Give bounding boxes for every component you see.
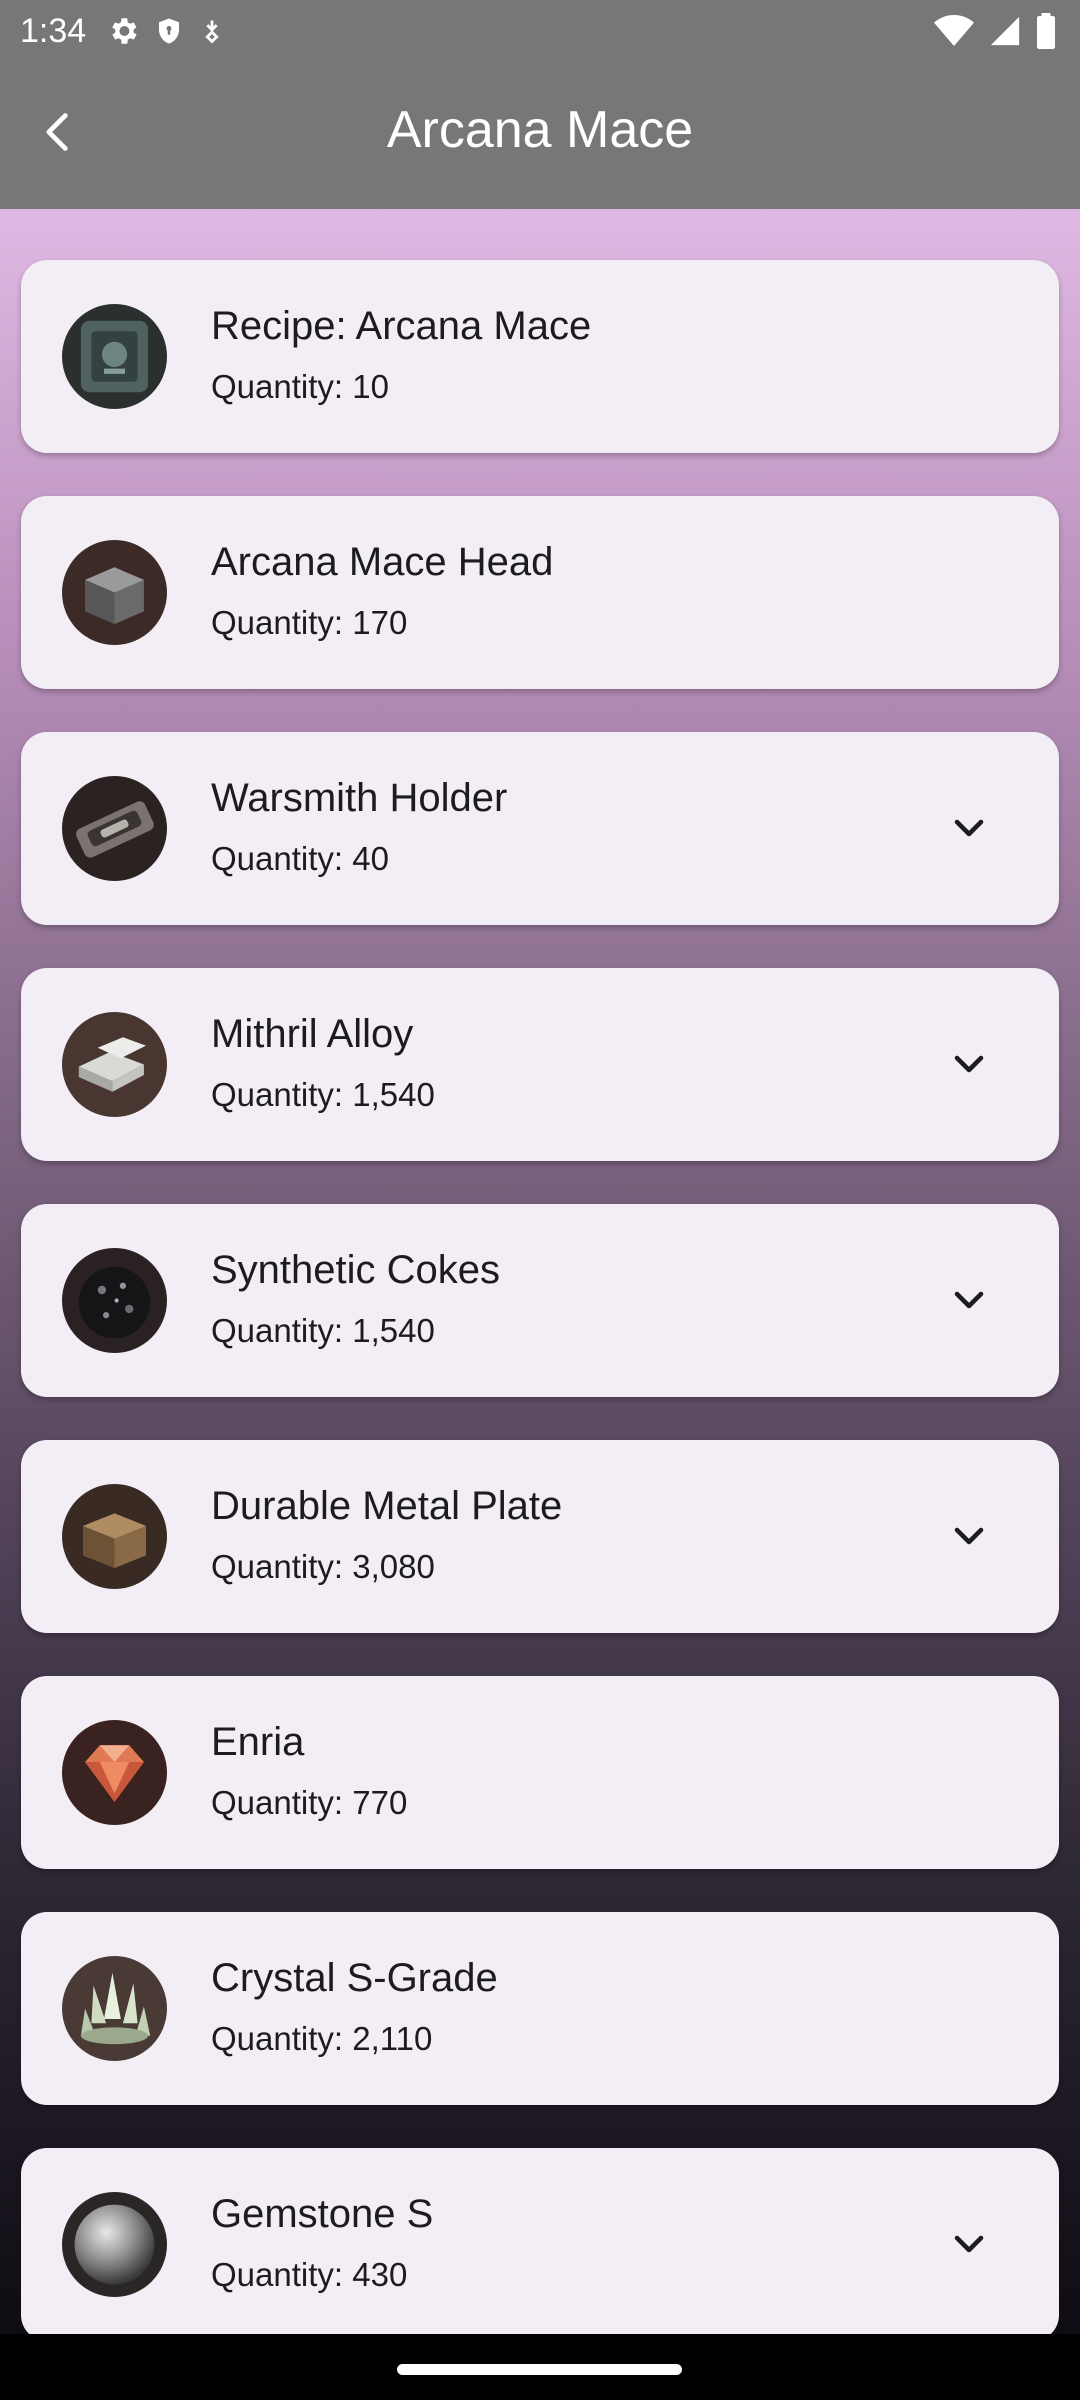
item-quantity: Quantity: 1,540	[211, 1076, 435, 1113]
item-name: Enria	[211, 1720, 305, 1764]
chevron-down-icon[interactable]	[949, 2224, 989, 2264]
status-icons-left	[106, 14, 226, 48]
list-item[interactable]: Warsmith Holder Quantity: 40	[21, 732, 1059, 925]
cokes-icon	[62, 1248, 167, 1353]
mace-head-icon	[62, 540, 167, 645]
enria-icon	[62, 1720, 167, 1825]
list-item[interactable]: Enria Quantity: 770	[21, 1676, 1059, 1869]
navigation-bar	[0, 2334, 1080, 2400]
list-item[interactable]: Recipe: Arcana Mace Quantity: 10	[21, 260, 1059, 453]
battery-icon	[1037, 13, 1055, 49]
item-name: Crystal S-Grade	[211, 1956, 498, 2000]
item-quantity: Quantity: 10	[211, 368, 389, 405]
gemstone-icon	[62, 2192, 167, 2297]
page-title: Arcana Mace	[386, 101, 694, 159]
status-bar: 1:34	[0, 0, 1080, 62]
chevron-down-icon[interactable]	[949, 808, 989, 848]
list-item[interactable]: Mithril Alloy Quantity: 1,540	[21, 968, 1059, 1161]
crystal-icon	[62, 1956, 167, 2061]
item-name: Mithril Alloy	[211, 1012, 414, 1056]
item-quantity: Quantity: 170	[211, 604, 408, 641]
item-name: Warsmith Holder	[211, 776, 508, 820]
metal-plate-icon	[62, 1484, 167, 1589]
settings-icon	[112, 18, 137, 44]
status-time: 1:34	[20, 12, 87, 50]
item-quantity: Quantity: 1,540	[211, 1312, 435, 1349]
item-name: Recipe: Arcana Mace	[211, 304, 592, 348]
item-quantity: Quantity: 430	[211, 2256, 408, 2293]
app-bar: Arcana Mace	[0, 62, 1080, 209]
status-icons-right	[934, 12, 1056, 50]
materials-list: Recipe: Arcana Mace Quantity: 10 Arcana …	[21, 260, 1059, 2334]
item-name: Synthetic Cokes	[211, 1248, 501, 1292]
item-quantity: Quantity: 770	[211, 1784, 408, 1821]
item-quantity: Quantity: 3,080	[211, 1548, 435, 1585]
materials-list-screen[interactable]: Recipe: Arcana Mace Quantity: 10 Arcana …	[0, 209, 1080, 2334]
data-saver-icon	[205, 20, 219, 44]
shield-icon	[159, 18, 179, 44]
chevron-down-icon[interactable]	[949, 1044, 989, 1084]
holder-icon	[62, 776, 167, 881]
list-item[interactable]: Gemstone S Quantity: 430	[21, 2148, 1059, 2334]
chevron-down-icon[interactable]	[949, 1516, 989, 1556]
item-name: Durable Metal Plate	[211, 1484, 563, 1528]
list-item[interactable]: Arcana Mace Head Quantity: 170	[21, 496, 1059, 689]
signal-icon	[990, 16, 1020, 46]
home-gesture-handle[interactable]	[397, 2364, 682, 2375]
recipe-icon	[62, 304, 167, 409]
list-item[interactable]: Synthetic Cokes Quantity: 1,540	[21, 1204, 1059, 1397]
item-quantity: Quantity: 40	[211, 840, 389, 877]
list-item[interactable]: Durable Metal Plate Quantity: 3,080	[21, 1440, 1059, 1633]
list-item[interactable]: Crystal S-Grade Quantity: 2,110	[21, 1912, 1059, 2105]
item-name: Gemstone S	[211, 2192, 434, 2236]
item-name: Arcana Mace Head	[211, 540, 554, 584]
chevron-down-icon[interactable]	[949, 1280, 989, 1320]
wifi-icon	[934, 15, 974, 46]
alloy-icon	[62, 1012, 167, 1117]
item-quantity: Quantity: 2,110	[211, 2020, 433, 2057]
